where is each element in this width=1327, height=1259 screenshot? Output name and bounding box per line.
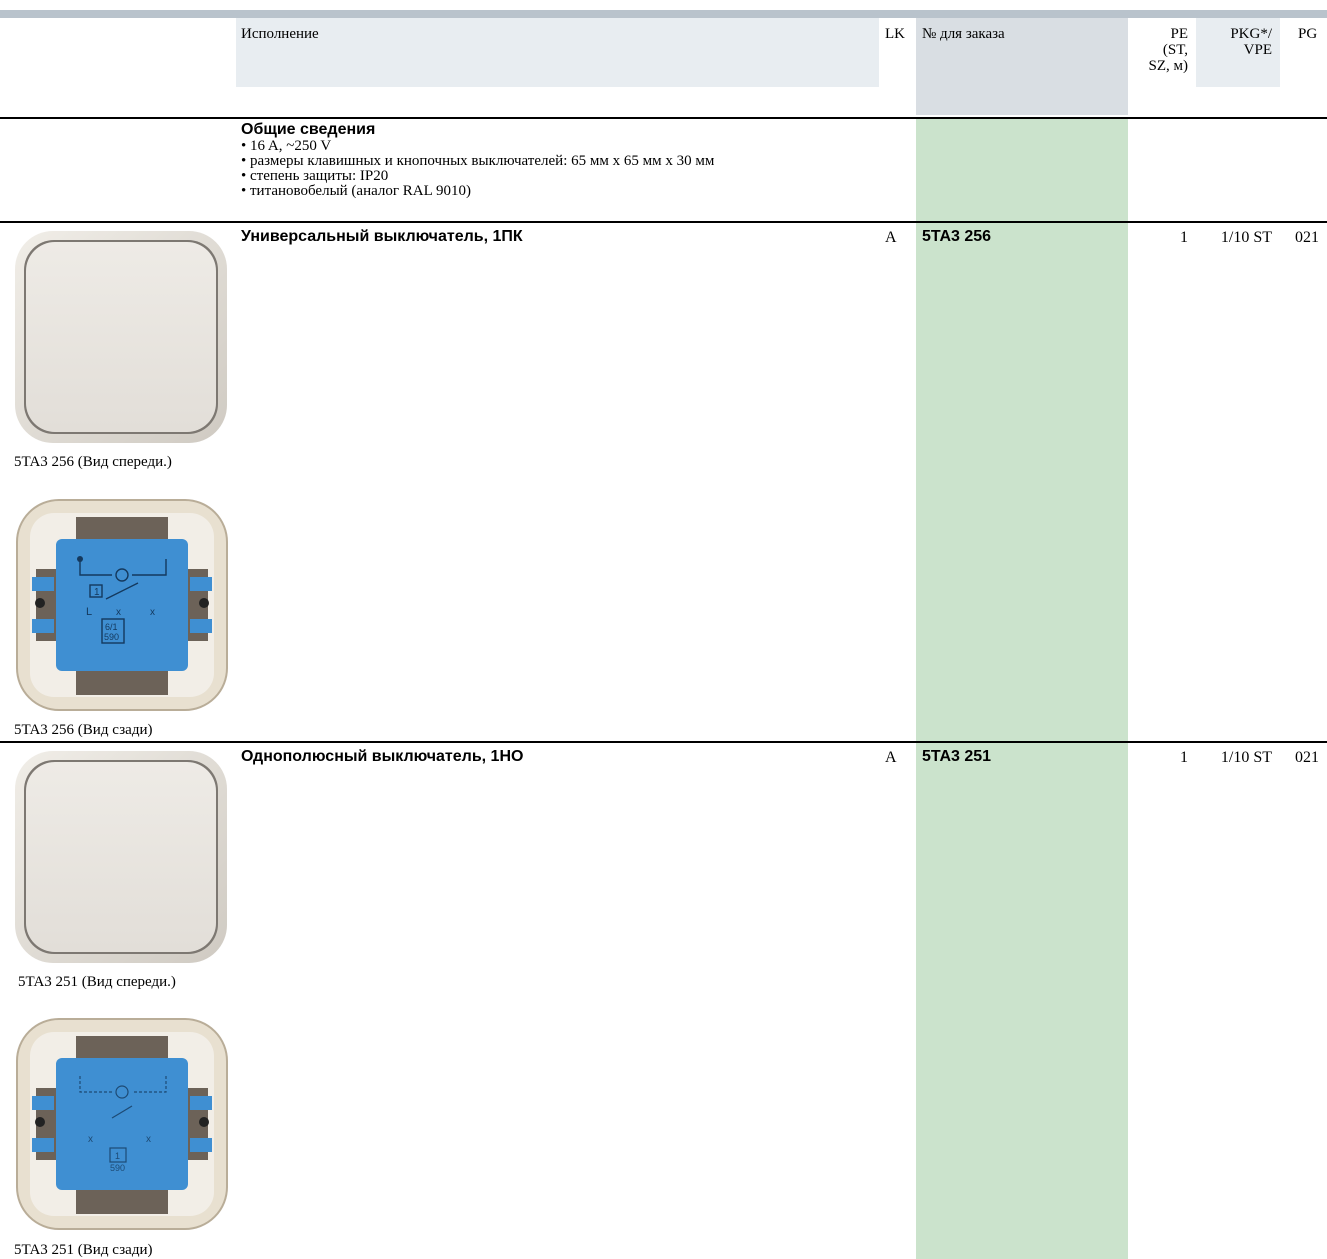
header-band-execution <box>236 18 879 87</box>
label-1: 1 <box>115 1151 120 1161</box>
header-order-no: № для заказа <box>922 26 1005 42</box>
switch-front-image <box>14 750 228 964</box>
label-1: 1 <box>94 587 100 598</box>
general-title: Общие сведения <box>241 121 376 138</box>
top-bar <box>0 10 1327 18</box>
product-pg: 021 <box>1295 749 1319 766</box>
general-section: Общие сведения • 16 A, ~250 V • размеры … <box>241 121 901 199</box>
row-rule <box>0 741 1327 743</box>
switch-back-image: 1 L x x 6/1 590 <box>16 499 228 711</box>
product-pe: 1 <box>1180 229 1188 246</box>
caption-back: 5TA3 251 (Вид сзади) <box>14 1242 153 1258</box>
caption-front: 5TA3 256 (Вид спереди.) <box>14 454 172 470</box>
product-title: Универсальный выключатель, 1ПК <box>241 228 523 245</box>
product-title: Однополюсный выключатель, 1НО <box>241 748 524 765</box>
label-x: x <box>150 607 155 618</box>
switch-front-image <box>14 230 228 444</box>
header-execution: Исполнение <box>241 26 319 42</box>
header-pkg: PKG*/ VPE <box>1230 26 1272 58</box>
label-L: L <box>86 606 92 618</box>
switch-back-image: x x 1 590 <box>16 1018 228 1230</box>
product-lk: A <box>885 749 897 766</box>
label-x: x <box>88 1134 93 1145</box>
label-6-1: 6/1 <box>105 622 118 632</box>
general-bullet: • титановобелый (аналог RAL 9010) <box>241 183 471 199</box>
product-pkg: 1/10 ST <box>1220 229 1272 246</box>
product-order-number: 5TA3 256 <box>922 228 992 245</box>
product-pe: 1 <box>1180 749 1188 766</box>
general-bullet: • 16 A, ~250 V <box>241 138 332 154</box>
label-x: x <box>146 1134 151 1145</box>
product-pg: 021 <box>1295 229 1319 246</box>
header-pe: PE (ST, SZ, м) <box>1148 26 1189 74</box>
label-590: 590 <box>104 632 119 642</box>
order-number-column <box>916 118 1128 1259</box>
label-x: x <box>116 607 121 618</box>
header-lk: LK <box>885 26 905 42</box>
header-pg: PG <box>1298 26 1318 42</box>
caption-front: 5TA3 251 (Вид спереди.) <box>18 974 176 990</box>
product-order-number: 5TA3 251 <box>922 748 992 765</box>
caption-back: 5TA3 256 (Вид сзади) <box>14 722 153 738</box>
header-rule <box>0 117 1327 119</box>
product-lk: A <box>885 229 897 246</box>
label-590: 590 <box>110 1163 125 1173</box>
product-pkg: 1/10 ST <box>1220 749 1272 766</box>
general-bullet: • степень защиты: IP20 <box>241 168 389 184</box>
general-bullets: • 16 A, ~250 V • размеры клавишных и кно… <box>241 139 901 199</box>
row-rule <box>0 221 1327 223</box>
general-bullet: • размеры клавишных и кнопочных выключат… <box>241 153 715 169</box>
